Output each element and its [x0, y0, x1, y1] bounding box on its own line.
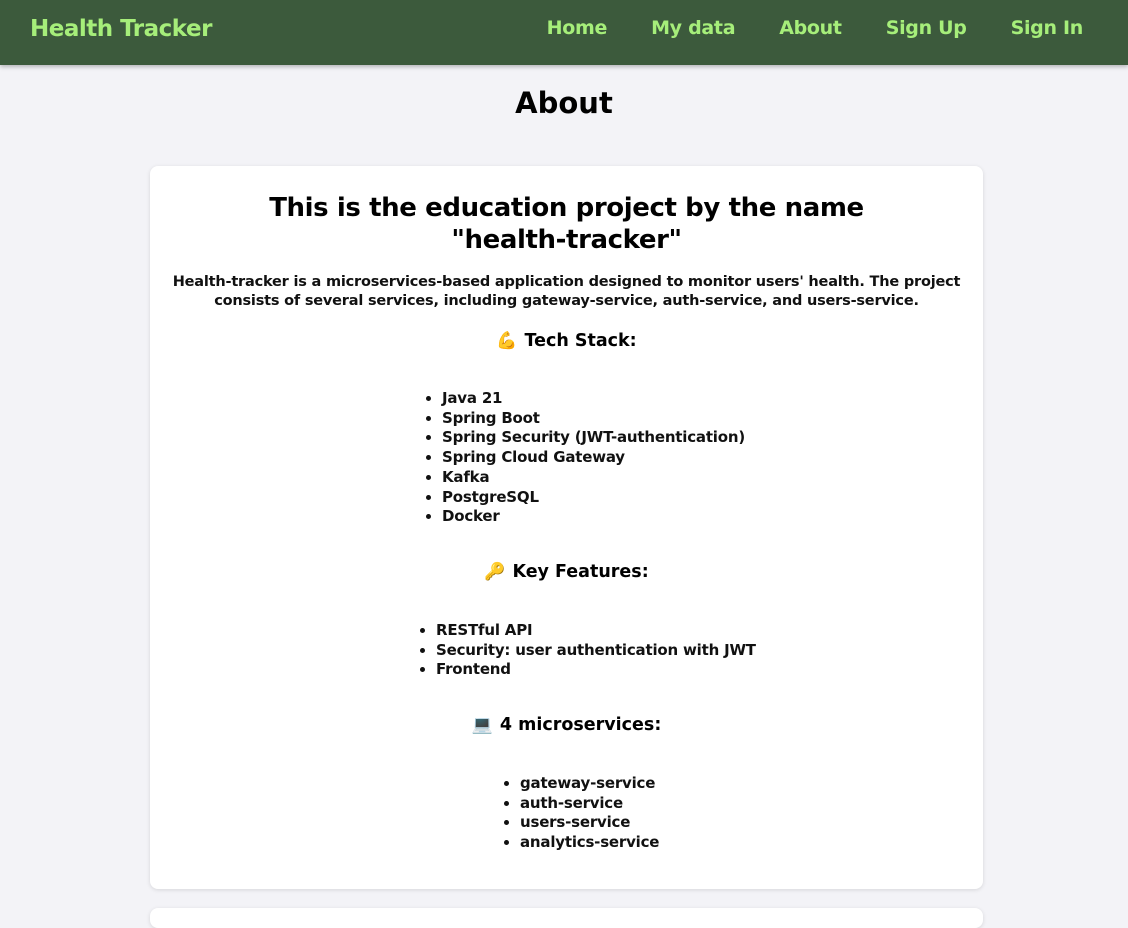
list-item: gateway-service — [520, 774, 659, 794]
list-item: Kafka — [442, 468, 745, 488]
nav-link-sign-in[interactable]: Sign In — [1011, 17, 1084, 39]
list-item: Security: user authentication with JWT — [436, 641, 756, 661]
flexed-biceps-icon: 💪 — [496, 331, 518, 351]
tech-stack-list: Java 21 Spring Boot Spring Security (JWT… — [442, 389, 745, 527]
tech-stack-heading-label: Tech Stack: — [524, 331, 637, 351]
list-item: Spring Boot — [442, 409, 745, 429]
tech-stack-heading: 💪 Tech Stack: — [150, 331, 983, 351]
key-features-list: RESTful API Security: user authenticatio… — [436, 621, 756, 680]
brand-logo[interactable]: Health Tracker — [30, 16, 212, 42]
list-item: Spring Cloud Gateway — [442, 448, 745, 468]
top-navbar: Health Tracker Home My data About Sign U… — [0, 0, 1128, 65]
next-card — [150, 908, 983, 928]
list-item: analytics-service — [520, 833, 659, 853]
key-icon: 🔑 — [484, 562, 506, 582]
microservices-heading-label: 4 microservices: — [499, 715, 662, 735]
nav-link-my-data[interactable]: My data — [651, 17, 735, 39]
key-features-heading-label: Key Features: — [512, 562, 649, 582]
list-item: users-service — [520, 813, 659, 833]
laptop-icon: 💻 — [471, 715, 493, 735]
nav-links: Home My data About Sign Up Sign In — [547, 17, 1084, 39]
nav-link-home[interactable]: Home — [547, 17, 608, 39]
list-item: auth-service — [520, 794, 659, 814]
list-item: Spring Security (JWT-authentication) — [442, 428, 745, 448]
list-item: RESTful API — [436, 621, 756, 641]
project-description: Health-tracker is a microservices-based … — [172, 274, 961, 309]
key-features-heading: 🔑 Key Features: — [150, 562, 983, 582]
nav-link-about[interactable]: About — [779, 17, 842, 39]
list-item: Frontend — [436, 660, 756, 680]
about-card: This is the education project by the nam… — [150, 166, 983, 889]
nav-link-sign-up[interactable]: Sign Up — [886, 17, 967, 39]
microservices-list: gateway-service auth-service users-servi… — [520, 774, 659, 853]
page-title: About — [515, 86, 613, 120]
card-title: This is the education project by the nam… — [269, 193, 864, 255]
list-item: Docker — [442, 507, 745, 527]
microservices-heading: 💻 4 microservices: — [150, 715, 983, 735]
list-item: PostgreSQL — [442, 488, 745, 508]
list-item: Java 21 — [442, 389, 745, 409]
